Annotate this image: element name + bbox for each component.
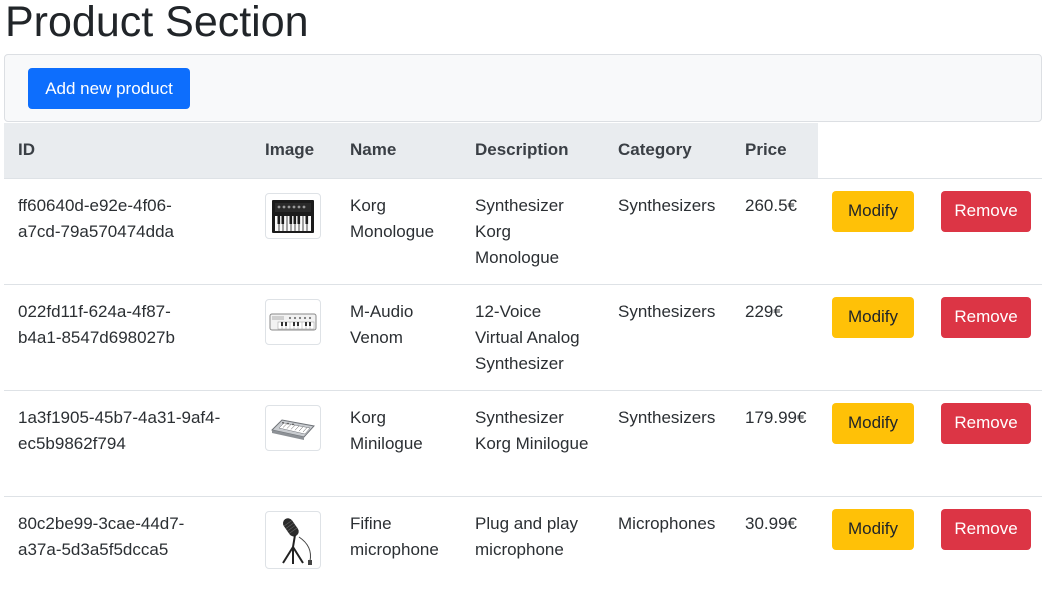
product-image-cell	[251, 283, 336, 390]
remove-button[interactable]: Remove	[941, 296, 1031, 338]
product-id: 1a3f1905-45b7-4a31-9af4- ec5b9862f794	[4, 389, 251, 496]
synthesizer-image-icon	[265, 298, 321, 345]
modify-button[interactable]: Modify	[832, 190, 914, 232]
table-row: 022fd11f-624a-4f87- b4a1-8547d698027b M-…	[4, 283, 1042, 390]
remove-cell: Remove	[927, 283, 1042, 390]
product-id: ff60640d-e92e-4f06- a7cd-79a570474dda	[4, 177, 251, 284]
column-header-image: Image	[251, 123, 336, 178]
product-name: Korg Monologue	[336, 177, 461, 284]
column-header-description: Description	[461, 123, 604, 178]
product-price: 30.99€	[731, 495, 818, 602]
column-header-remove	[927, 123, 1042, 178]
microphone-image-icon	[265, 510, 321, 569]
remove-button[interactable]: Remove	[941, 402, 1031, 444]
add-product-button[interactable]: Add new product	[28, 68, 190, 109]
product-category: Synthesizers	[604, 283, 731, 390]
column-header-category: Category	[604, 123, 731, 178]
modify-cell: Modify	[818, 495, 927, 602]
product-description: Synthesizer Korg Monologue	[461, 177, 604, 284]
remove-cell: Remove	[927, 389, 1042, 496]
product-id-part: 80c2be99-3cae-44d7-	[18, 513, 185, 533]
table-header-row: ID Image Name Description Category Price	[4, 123, 1042, 178]
product-id-part: ec5b9862f794	[18, 433, 126, 453]
column-header-id: ID	[4, 123, 251, 178]
product-description: Synthesizer Korg Minilogue	[461, 389, 604, 496]
remove-cell: Remove	[927, 177, 1042, 284]
product-name: M-Audio Venom	[336, 283, 461, 390]
remove-button[interactable]: Remove	[941, 508, 1031, 550]
modify-cell: Modify	[818, 177, 927, 284]
product-price: 229€	[731, 283, 818, 390]
modify-button[interactable]: Modify	[832, 402, 914, 444]
product-id-part: 1a3f1905-45b7-4a31-9af4-	[18, 407, 221, 427]
product-name: Fifine microphone	[336, 495, 461, 602]
product-description: Plug and play microphone	[461, 495, 604, 602]
table-row: 80c2be99-3cae-44d7- a37a-5d3a5f5dcca5 Fi…	[4, 495, 1042, 602]
product-id-part: a37a-5d3a5f5dcca5	[18, 539, 169, 559]
product-id-part: 022fd11f-624a-4f87-	[18, 301, 171, 321]
modify-cell: Modify	[818, 389, 927, 496]
product-name: Korg Minilogue	[336, 389, 461, 496]
toolbar: Add new product	[4, 54, 1042, 122]
product-category: Microphones	[604, 495, 731, 602]
table-row: ff60640d-e92e-4f06- a7cd-79a570474dda Ko…	[4, 177, 1042, 284]
modify-cell: Modify	[818, 283, 927, 390]
product-id: 80c2be99-3cae-44d7- a37a-5d3a5f5dcca5	[4, 495, 251, 602]
column-header-price: Price	[731, 123, 818, 178]
column-header-modify	[818, 123, 927, 178]
remove-button[interactable]: Remove	[941, 190, 1031, 232]
column-header-name: Name	[336, 123, 461, 178]
product-category: Synthesizers	[604, 389, 731, 496]
product-category: Synthesizers	[604, 177, 731, 284]
product-id-part: ff60640d-e92e-4f06-	[18, 195, 172, 215]
table-row: 1a3f1905-45b7-4a31-9af4- ec5b9862f794 Ko…	[4, 389, 1042, 496]
product-image-cell	[251, 389, 336, 496]
page-title: Product Section	[5, 0, 309, 46]
product-price: 260.5€	[731, 177, 818, 284]
product-id-part: b4a1-8547d698027b	[18, 327, 175, 347]
product-description: 12-Voice Virtual Analog Synthesizer	[461, 283, 604, 390]
product-id: 022fd11f-624a-4f87- b4a1-8547d698027b	[4, 283, 251, 390]
products-table: ID Image Name Description Category Price…	[4, 123, 1042, 602]
remove-cell: Remove	[927, 495, 1042, 602]
synthesizer-image-icon	[265, 404, 321, 451]
modify-button[interactable]: Modify	[832, 296, 914, 338]
product-image-cell	[251, 495, 336, 602]
product-id-part: a7cd-79a570474dda	[18, 221, 174, 241]
synthesizer-image-icon	[265, 192, 321, 239]
modify-button[interactable]: Modify	[832, 508, 914, 550]
product-price: 179.99€	[731, 389, 818, 496]
product-image-cell	[251, 177, 336, 284]
